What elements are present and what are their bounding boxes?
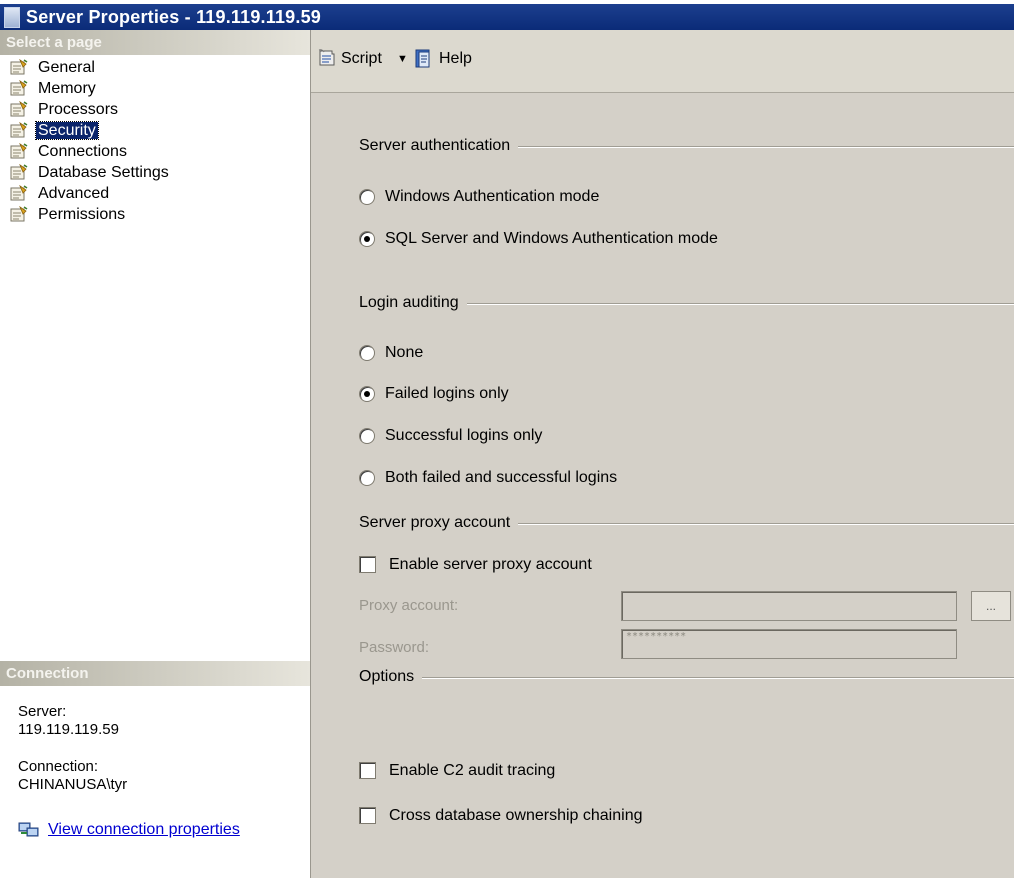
right-pane: Script ▼ Help Server authentication Wind… [310,30,1014,878]
server-properties-icon [4,7,20,28]
windows-auth-label: Windows Authentication mode [385,188,600,205]
connection-header: Connection [0,661,310,686]
page-item-advanced[interactable]: Advanced [10,183,171,204]
options-group: Options [359,667,1014,687]
page-item-label: Connections [38,143,127,160]
page-item-security[interactable]: Security [10,120,171,141]
audit-successful-label: Successful logins only [385,427,543,444]
page-properties-icon [10,206,28,222]
page-list: General Memory Processors Security Connectio… [10,57,171,225]
page-item-label: Advanced [38,185,110,202]
window-title: Server Properties - 119.119.119.59 [26,7,322,27]
page-item-label: Memory [38,80,96,97]
c2-audit-label: Enable C2 audit tracing [389,762,556,779]
server-label: Server: [18,703,67,720]
script-label: Script [341,50,382,67]
radio-button[interactable] [359,345,375,361]
page-item-memory[interactable]: Memory [10,78,171,99]
proxy-account-label: Proxy account: [359,597,459,614]
page-properties-icon [10,185,28,201]
server-value: 119.119.119.59 [18,721,119,738]
options-heading: Options [359,667,423,687]
page-item-label: General [38,59,95,76]
radio-button[interactable] [359,470,375,486]
radio-button[interactable] [359,386,375,402]
radio-button[interactable] [359,231,375,247]
login-auditing-group: Login auditing [359,293,1014,313]
dropdown-arrow-icon[interactable]: ▼ [397,48,408,70]
enable-proxy-label: Enable server proxy account [389,556,592,573]
page-properties-icon [10,143,28,159]
page-item-label: Security [35,121,99,140]
group-divider [359,677,1014,679]
audit-none-label: None [385,344,424,361]
browse-button[interactable]: ... [971,591,1011,621]
server-authentication-group: Server authentication [359,136,1014,156]
select-page-header: Select a page [0,30,310,55]
connection-properties-icon [18,821,40,839]
connection-label: Connection: [18,758,99,775]
checkbox[interactable] [359,556,376,573]
left-pane: Select a page General Memory Processors Sec… [0,30,310,878]
page-item-general[interactable]: General [10,57,171,78]
page-item-label: Permissions [38,206,126,223]
radio-button[interactable] [359,428,375,444]
server-proxy-heading: Server proxy account [359,513,519,533]
page-item-permissions[interactable]: Permissions [10,204,171,225]
page-properties-icon [10,164,28,180]
radio-button[interactable] [359,189,375,205]
toolbar: Script ▼ Help [311,30,1014,93]
password-field[interactable]: ********** [621,629,957,659]
page-item-label: Database Settings [38,164,169,181]
checkbox[interactable] [359,762,376,779]
proxy-account-field[interactable] [621,591,957,621]
view-connection-properties-link[interactable]: View connection properties [48,819,240,841]
window-title-bar[interactable]: Server Properties - 119.119.119.59 [0,4,1014,30]
connection-value: CHINANUSA\tyr [18,776,128,793]
page-item-label: Processors [38,101,119,118]
script-icon [317,48,337,68]
audit-failed-label: Failed logins only [385,385,509,402]
page-properties-icon [10,101,28,117]
page-item-connections[interactable]: Connections [10,141,171,162]
login-auditing-heading: Login auditing [359,293,467,313]
page-item-processors[interactable]: Processors [10,99,171,120]
password-label: Password: [359,639,430,656]
page-item-database-settings[interactable]: Database Settings [10,162,171,183]
checkbox[interactable] [359,807,376,824]
page-properties-icon [10,59,28,75]
cross-db-label: Cross database ownership chaining [389,807,643,824]
help-label: Help [439,50,472,67]
help-icon [415,49,433,69]
server-proxy-group: Server proxy account [359,513,1014,533]
page-properties-icon [10,122,28,138]
audit-both-label: Both failed and successful logins [385,469,618,486]
page-properties-icon [10,80,28,96]
sql-windows-auth-label: SQL Server and Windows Authentication mo… [385,230,718,247]
server-authentication-heading: Server authentication [359,136,519,156]
password-value: ********** [626,631,687,642]
